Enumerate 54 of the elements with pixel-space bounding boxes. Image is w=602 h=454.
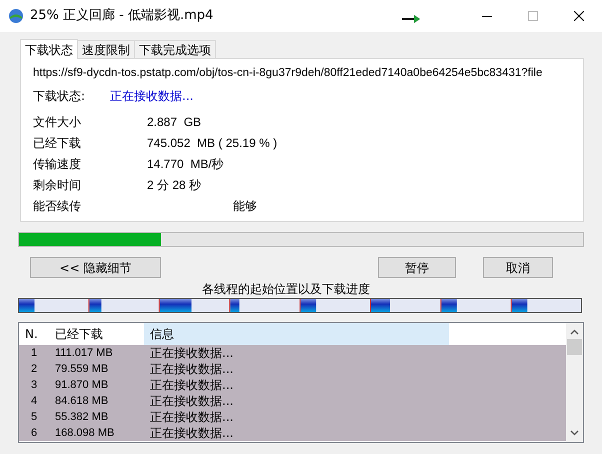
cancel-button[interactable]: 取消 xyxy=(483,257,553,278)
table-row[interactable]: 4 84.618 MB 正在接收数据... xyxy=(19,393,566,409)
maximize-icon xyxy=(528,11,538,21)
detail-label: 已经下载 xyxy=(33,134,82,152)
table-row[interactable]: 1 111.017 MB 正在接收数据... xyxy=(19,345,566,361)
table-cell-text: 168.098 MB xyxy=(54,426,116,441)
table-cell-text: 84.618 MB xyxy=(54,394,110,409)
table-cell-text: 正在接收数据... xyxy=(149,345,234,362)
threads-caption: 各线程的起始位置以及下载进度 xyxy=(202,281,370,298)
window-title: 25% 正义回廊 - 低端影视.mp4 xyxy=(30,7,214,26)
table-cell-text: 3 xyxy=(30,378,38,393)
table-row[interactable]: 3 91.870 MB 正在接收数据... xyxy=(19,377,566,393)
detail-label: 传输速度 xyxy=(33,156,82,173)
tab[interactable]: 速度限制 xyxy=(78,40,135,58)
arrow-icon xyxy=(402,15,420,23)
detail-value: 14.770 MB/秒 xyxy=(147,156,224,173)
url-text: https://sf9-dycdn-tos.pstatp.com/obj/tos-cn-i-8gu37r9deh/80ff21eded7140a0be64254e5bc83431?file xyxy=(33,66,544,81)
detail-value: 2.887 GB xyxy=(147,114,202,131)
table-row[interactable]: 2 79.559 MB 正在接收数据... xyxy=(19,361,566,377)
scroll-thumb[interactable] xyxy=(567,339,582,355)
table-cell-text: 55.382 MB xyxy=(54,410,110,425)
pause-button[interactable]: 暂停 xyxy=(378,257,456,278)
table-cell-text: 1 xyxy=(30,346,38,361)
tab[interactable]: 下载完成选项 xyxy=(135,40,216,58)
status-label: 下载状态: xyxy=(33,88,86,106)
table-cell-text: 111.017 MB xyxy=(54,346,114,361)
table-cell-text: 正在接收数据... xyxy=(149,361,234,378)
table-cell-text: 正在接收数据... xyxy=(149,409,234,426)
table-cell-text: 正在接收数据... xyxy=(149,393,234,410)
detail-value: 2 分 28 秒 xyxy=(147,176,202,194)
detail-value: 能够 xyxy=(233,198,257,215)
scroll-down-icon[interactable] xyxy=(570,430,579,436)
detail-value: 745.052 MB ( 25.19 % ) xyxy=(147,134,278,152)
detail-label: 能否续传 xyxy=(33,198,82,215)
table-cell-text: 91.870 MB xyxy=(54,378,110,393)
table-row[interactable]: 6 168.098 MB 正在接收数据... xyxy=(19,425,566,441)
column-header[interactable]: 信息 xyxy=(144,323,449,345)
table-cell-text: 4 xyxy=(30,394,38,409)
scroll-up-icon[interactable] xyxy=(570,329,579,335)
tab[interactable]: 下载状态 xyxy=(20,39,78,59)
table-cell-text: 正在接收数据... xyxy=(149,425,234,442)
table-cell-text: 正在接收数据... xyxy=(149,377,234,394)
globe-icon xyxy=(8,8,24,24)
hide-details-button[interactable]: << 隐藏细节 xyxy=(30,257,161,278)
status-value: 正在接收数据... xyxy=(110,88,194,106)
table-cell-text: 5 xyxy=(30,410,38,425)
table-cell-text: 6 xyxy=(30,426,38,441)
close-icon xyxy=(574,11,584,21)
detail-label: 文件大小 xyxy=(33,114,82,131)
table-cell-text: 79.559 MB xyxy=(54,362,110,377)
scrollbar[interactable] xyxy=(566,323,583,442)
detail-label: 剩余时间 xyxy=(33,176,82,194)
table-cell-text: 2 xyxy=(30,362,38,377)
table-row[interactable]: 5 55.382 MB 正在接收数据... xyxy=(19,409,566,425)
